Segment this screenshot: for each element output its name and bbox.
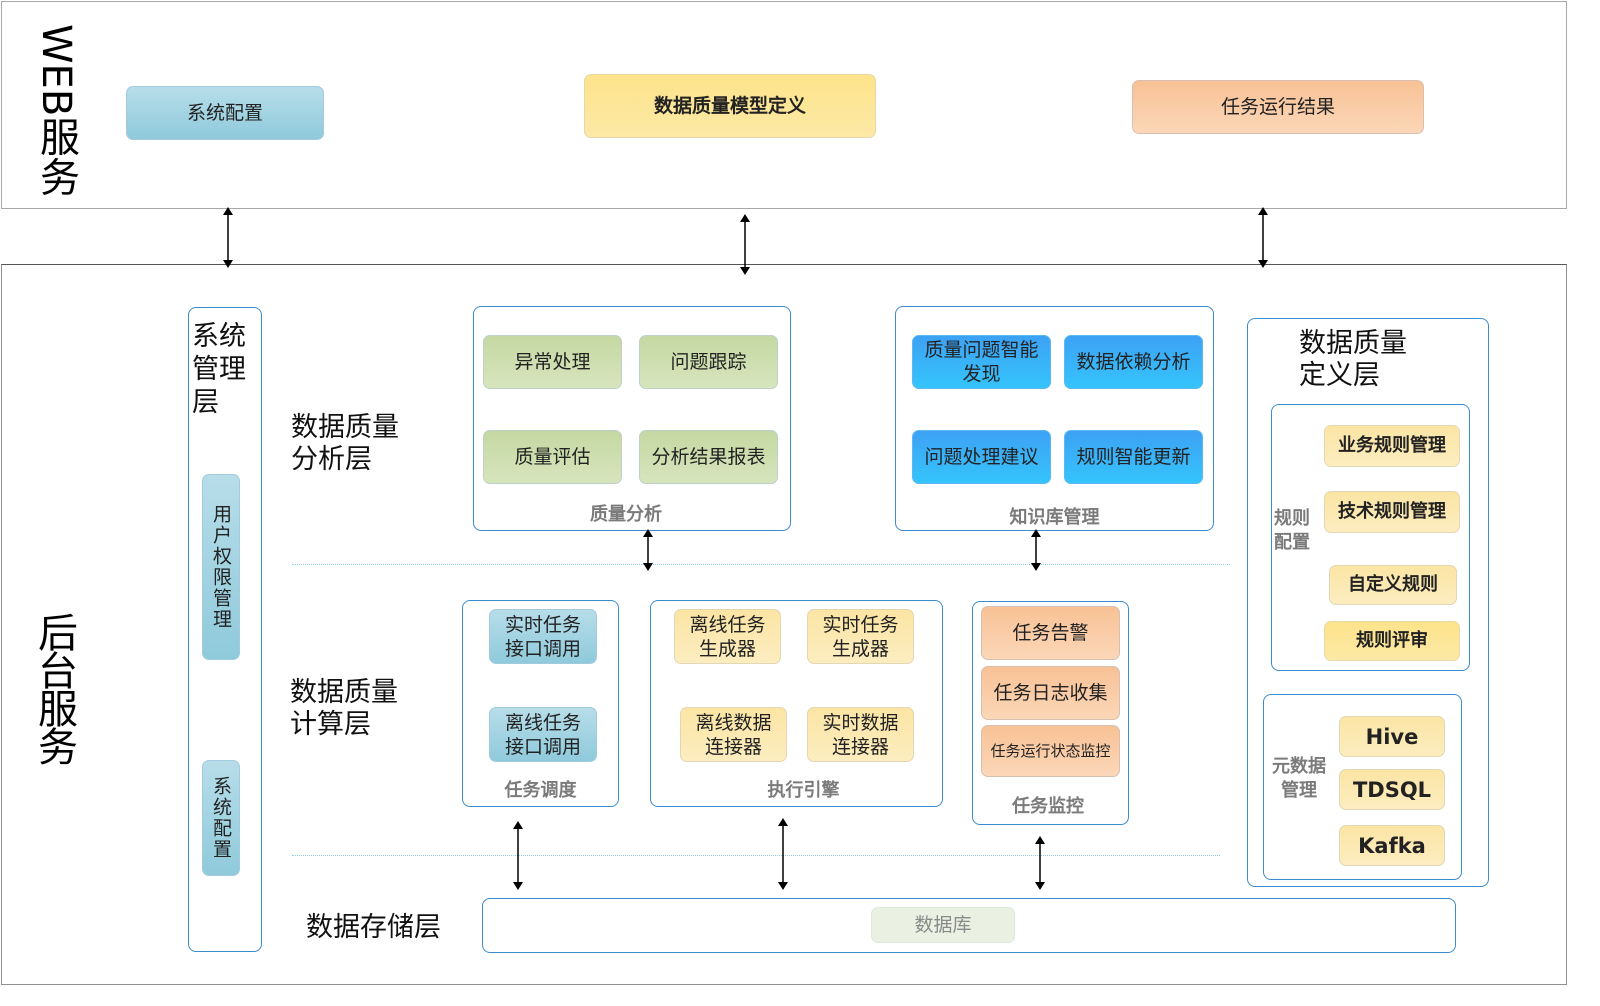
offline-task-generator-button[interactable]: 离线任务生成器 <box>674 609 781 664</box>
analysis-report-button[interactable]: 分析结果报表 <box>639 430 778 484</box>
backend-system-config-button[interactable]: 系统配置 <box>202 760 240 876</box>
task-monitoring-caption: 任务监控 <box>1012 796 1084 817</box>
user-permission-management-button[interactable]: 用户权限管理 <box>202 474 240 660</box>
technical-rule-management-button[interactable]: 技术规则管理 <box>1324 491 1460 533</box>
definition-layer-title: 数据质量定义层 <box>1299 328 1407 391</box>
data-dependency-analysis-button[interactable]: 数据依赖分析 <box>1064 335 1203 389</box>
web-quality-model-definition-button[interactable]: 数据质量模型定义 <box>584 74 876 138</box>
task-scheduling-caption: 任务调度 <box>504 780 577 801</box>
storage-layer-label: 数据存储层 <box>306 912 441 943</box>
database-button[interactable]: 数据库 <box>871 907 1015 943</box>
knowledge-base-caption: 知识库管理 <box>1009 507 1100 528</box>
realtime-task-generator-button[interactable]: 实时任务生成器 <box>807 609 914 664</box>
compute-layer-label: 数据质量计算层 <box>290 677 398 740</box>
realtime-data-connector-button[interactable]: 实时数据连接器 <box>807 707 914 762</box>
task-log-collection-button[interactable]: 任务日志收集 <box>981 666 1120 720</box>
analysis-compute-separator <box>292 564 1230 565</box>
custom-rule-button[interactable]: 自定义规则 <box>1329 565 1457 605</box>
execution-engine-caption: 执行引擎 <box>767 780 840 801</box>
web-task-result-button[interactable]: 任务运行结果 <box>1132 80 1424 134</box>
system-management-title: 系统管理层 <box>192 321 246 418</box>
task-alert-button[interactable]: 任务告警 <box>981 606 1120 660</box>
web-service-title: WEB服务 <box>33 24 79 197</box>
offline-data-connector-button[interactable]: 离线数据连接器 <box>680 707 787 762</box>
hive-button[interactable]: Hive <box>1339 716 1445 757</box>
task-status-monitoring-button[interactable]: 任务运行状态监控 <box>981 725 1120 777</box>
kafka-button[interactable]: Kafka <box>1339 825 1445 866</box>
web-system-config-button[interactable]: 系统配置 <box>126 86 324 140</box>
offline-task-api-button[interactable]: 离线任务接口调用 <box>489 707 597 762</box>
rule-review-button[interactable]: 规则评审 <box>1324 621 1460 661</box>
issue-handling-suggestion-button[interactable]: 问题处理建议 <box>912 430 1051 484</box>
tdsql-button[interactable]: TDSQL <box>1339 769 1445 810</box>
issue-tracking-button[interactable]: 问题跟踪 <box>639 335 778 389</box>
smart-rule-update-button[interactable]: 规则智能更新 <box>1064 430 1203 484</box>
web-backend-arrows <box>223 207 1268 275</box>
quality-analysis-caption: 质量分析 <box>590 504 662 525</box>
exception-handling-button[interactable]: 异常处理 <box>483 335 622 389</box>
realtime-task-api-button[interactable]: 实时任务接口调用 <box>489 609 597 664</box>
compute-storage-separator <box>292 855 1220 856</box>
analysis-layer-label: 数据质量分析层 <box>291 412 399 475</box>
business-rule-management-button[interactable]: 业务规则管理 <box>1324 425 1460 467</box>
metadata-management-caption: 元数据管理 <box>1272 756 1326 801</box>
quality-assessment-button[interactable]: 质量评估 <box>483 430 622 484</box>
smart-issue-discovery-button[interactable]: 质量问题智能发现 <box>912 335 1051 389</box>
rule-config-caption: 规则配置 <box>1274 508 1310 553</box>
backend-service-title: 后台服务 <box>31 612 77 764</box>
